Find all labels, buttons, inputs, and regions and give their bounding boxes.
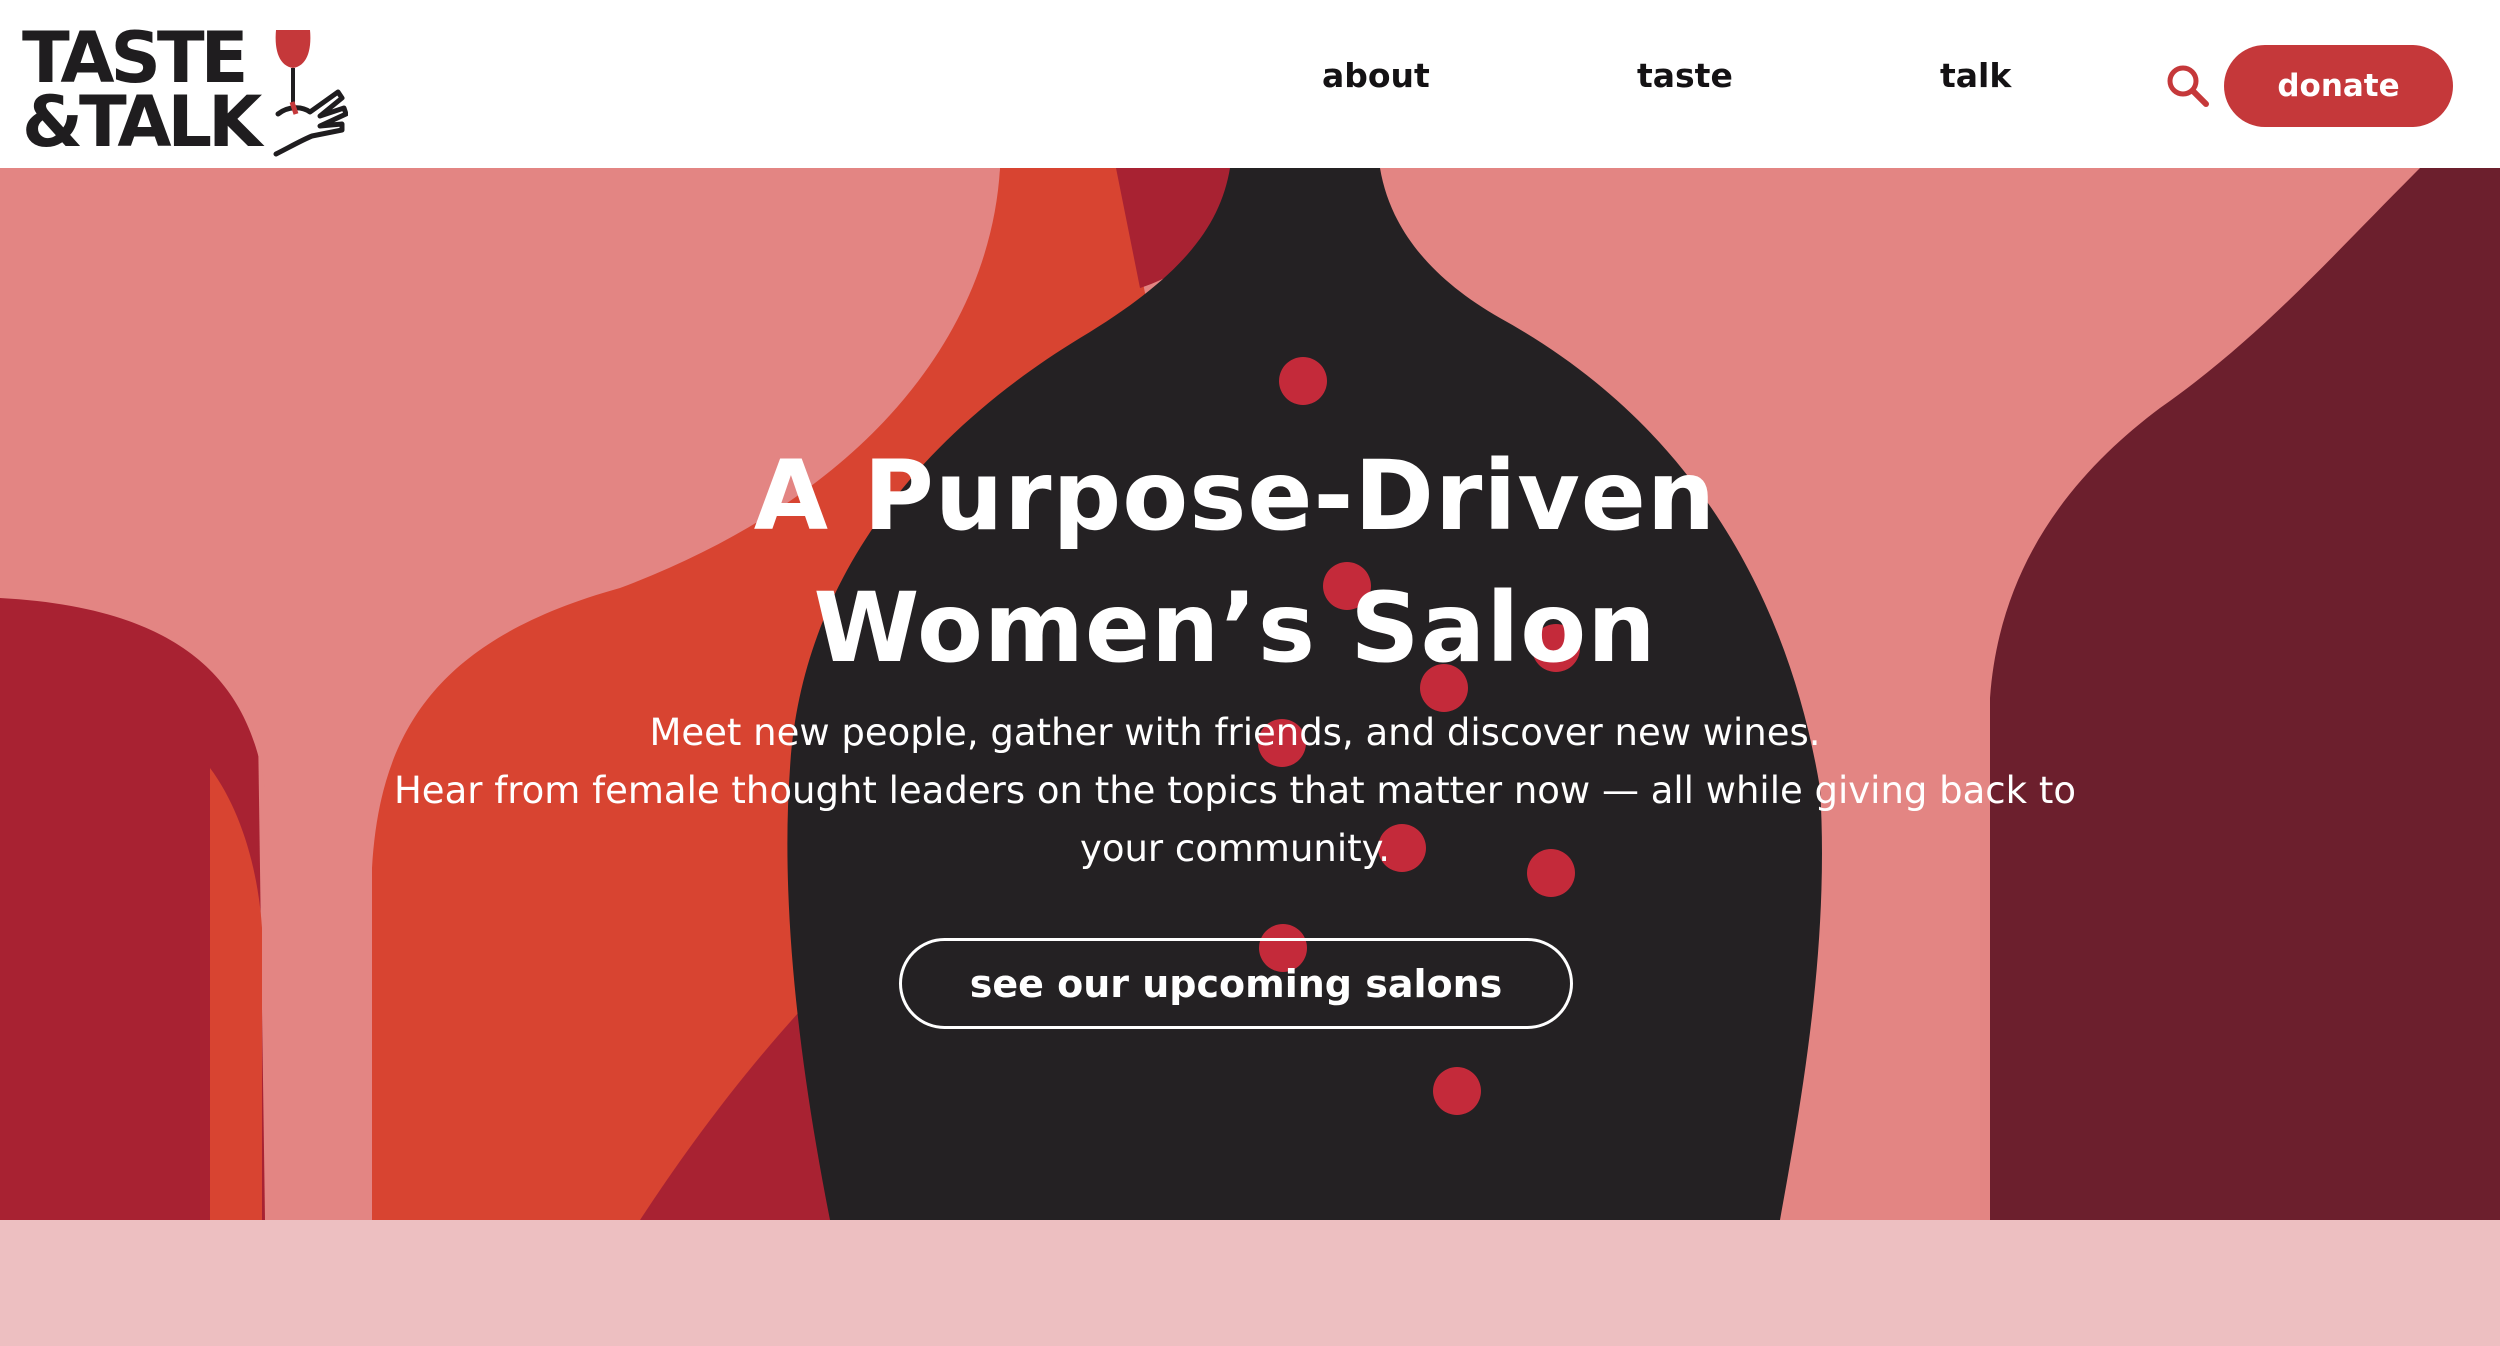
donate-button[interactable]: donate	[2224, 45, 2453, 127]
logo-text-talk: &TALK	[22, 81, 262, 163]
search-icon[interactable]	[2164, 62, 2212, 110]
hero-content: A Purpose-Driven Women’s Salon Meet new …	[0, 168, 2500, 1220]
hero-section: A Purpose-Driven Women’s Salon Meet new …	[0, 168, 2500, 1220]
hero-title-line-1: A Purpose-Driven	[753, 440, 1717, 552]
page: TASTE &TALK about taste talk donate A Pu…	[0, 0, 2500, 1346]
hero-subtitle: Meet new people, gather with friends, an…	[380, 704, 2090, 878]
site-header: TASTE &TALK about taste talk donate	[0, 0, 2500, 168]
next-section	[0, 1220, 2500, 1346]
hero-subtitle-line-3: your community.	[1079, 827, 1391, 870]
nav-link-taste[interactable]: taste	[1637, 56, 1733, 95]
nav-link-talk[interactable]: talk	[1940, 56, 2011, 95]
hero-title-line-2: Women’s Salon	[813, 572, 1657, 684]
nav-link-about[interactable]: about	[1322, 56, 1430, 95]
wine-glass-hand-icon	[273, 30, 348, 157]
hero-subtitle-line-2: Hear from female thought leaders on the …	[393, 769, 2076, 812]
see-upcoming-salons-button[interactable]: see our upcoming salons	[899, 938, 1573, 1029]
hero-subtitle-line-1: Meet new people, gather with friends, an…	[649, 711, 1821, 754]
taste-and-talk-logo[interactable]: TASTE &TALK	[22, 22, 348, 163]
hero-title: A Purpose-Driven Women’s Salon	[350, 430, 2120, 694]
